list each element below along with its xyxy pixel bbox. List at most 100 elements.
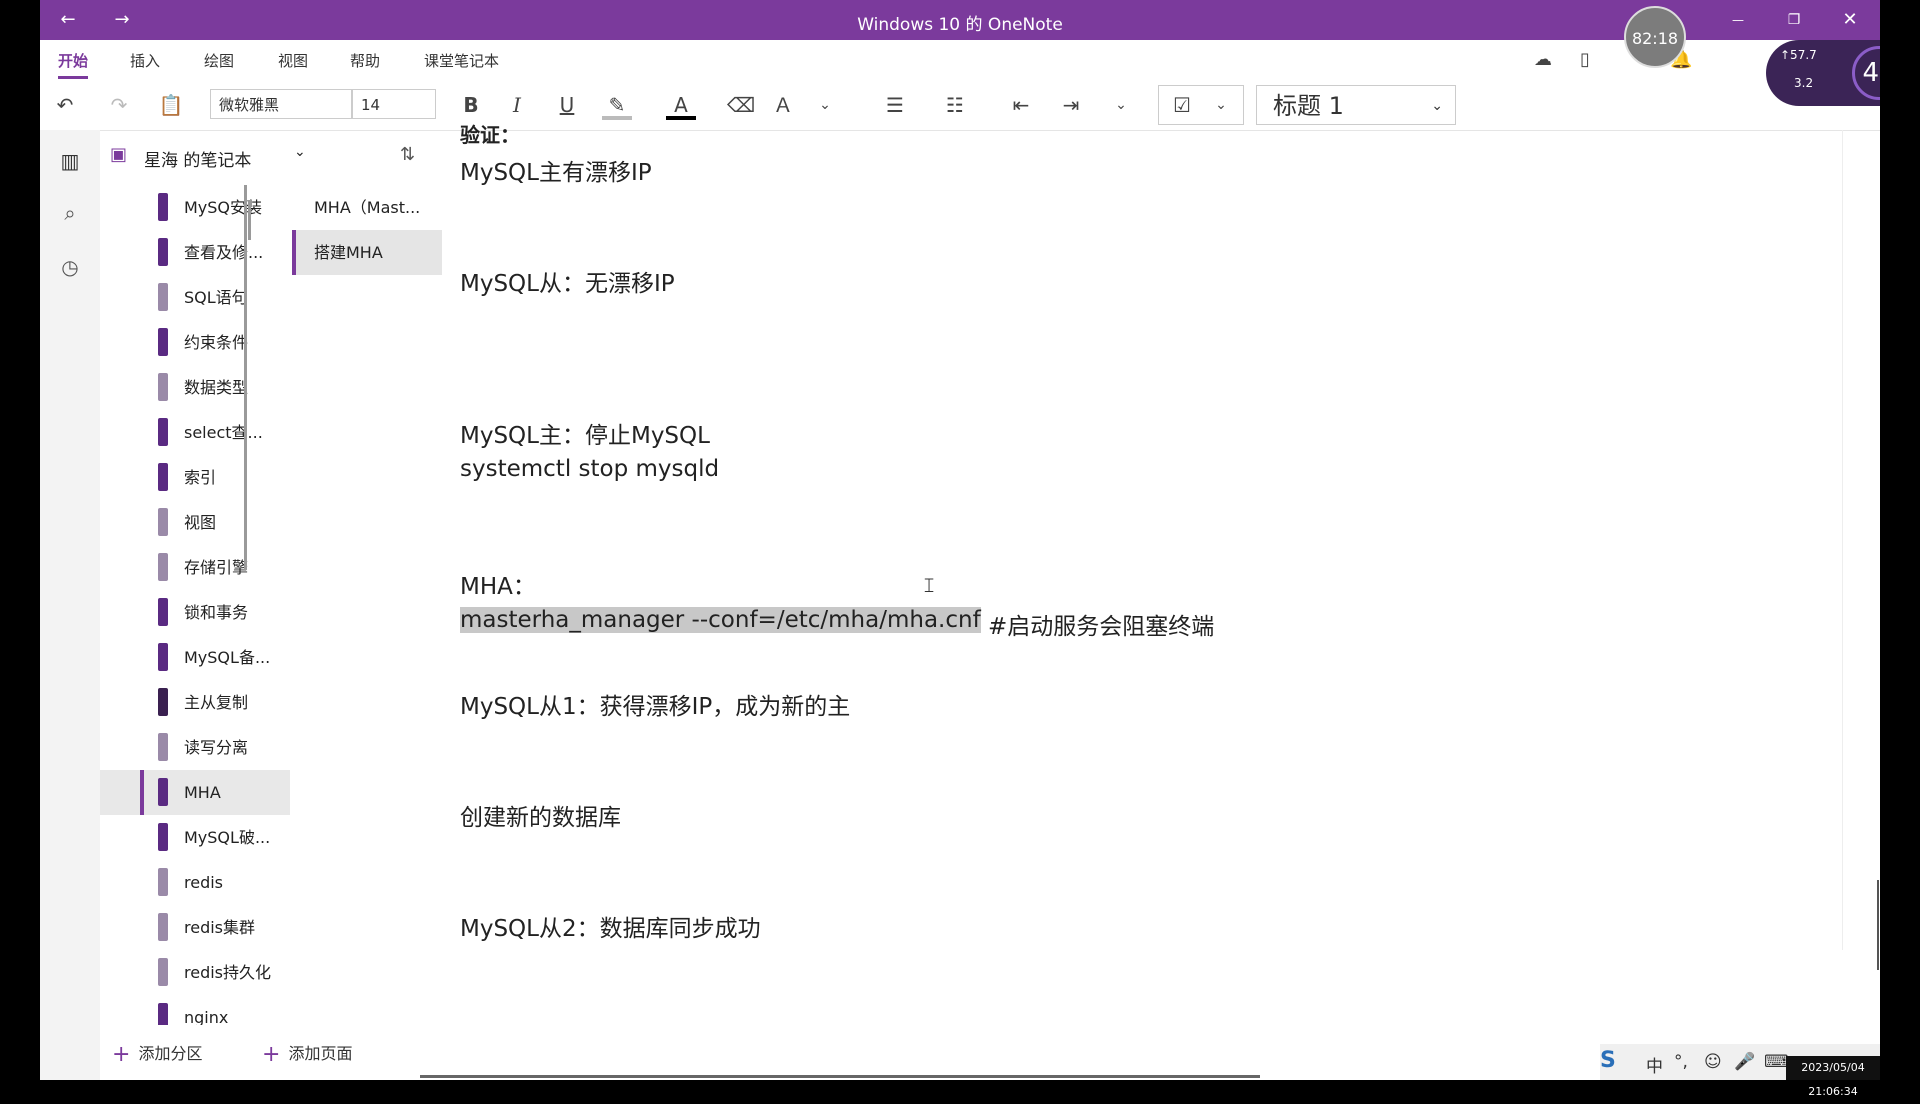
notebook-header[interactable]: ▣ 星海 的笔记本 ⌄ ⇅ [110,142,440,172]
section-item[interactable]: 锁和事务 [100,590,290,635]
underline-button[interactable]: U [552,90,582,120]
add-section-button[interactable]: + 添加分区 [112,1040,202,1067]
keyboard-icon[interactable]: ⌨ [1764,1052,1789,1072]
increase-indent-icon[interactable]: ⇥ [1056,90,1086,120]
tab-class-notebook[interactable]: 课堂笔记本 [424,50,499,71]
section-item[interactable]: MySQL备... [100,635,290,680]
emoji-icon[interactable]: ☺ [1704,1052,1722,1072]
section-item[interactable]: 视图 [100,500,290,545]
section-item[interactable]: nginx [100,995,290,1025]
section-item-selected[interactable]: MHA [100,770,290,815]
share-icon[interactable]: ▯ [1580,45,1590,75]
note-line-selected[interactable]: masterha_manager --conf=/etc/mha/mha.cnf [460,607,981,633]
section-color-tab [158,508,168,536]
minimize-button[interactable]: — [1720,6,1756,34]
section-color-tab [158,688,168,716]
italic-button[interactable]: I [502,90,532,120]
ime-punctuation[interactable]: °, [1674,1052,1688,1072]
recent-clock-icon[interactable]: ◷ [55,252,85,282]
bold-button[interactable]: B [456,90,486,120]
vertical-scrollbar[interactable] [1877,880,1879,970]
note-line[interactable]: MySQL从1：获得漂移IP，成为新的主 [460,687,850,721]
section-color-tab [158,1003,168,1025]
chevron-down-icon[interactable]: ⌄ [1106,90,1136,120]
page-label: 搭建MHA [314,243,383,262]
section-label: MySQL备... [184,648,271,667]
redo-icon[interactable]: ↷ [104,90,134,120]
page-item[interactable]: MHA（Mast... [292,185,442,230]
styles-icon[interactable]: Ａ [768,90,798,120]
chevron-down-icon: ⌄ [294,144,306,160]
microphone-icon[interactable]: 🎤 [1734,1052,1755,1072]
note-line[interactable]: MySQL从2：数据库同步成功 [460,909,761,943]
highlight-icon[interactable]: ✎ [602,90,632,120]
search-icon[interactable]: ⌕ [55,198,85,228]
restore-button[interactable]: ❐ [1776,6,1812,34]
note-line[interactable]: 创建新的数据库 [460,798,621,832]
section-label: select查... [184,423,263,442]
plus-icon: + [262,1042,281,1067]
section-item[interactable]: select查... [100,410,290,455]
note-line[interactable]: systemctl stop mysqld [460,456,719,482]
section-item[interactable]: SQL语句 [100,275,290,320]
section-item[interactable]: 主从复制 [100,680,290,725]
style-value: 标题 1 [1273,92,1344,120]
bullet-list-icon[interactable]: ☰ [880,90,910,120]
tab-help[interactable]: 帮助 [350,50,380,71]
section-item[interactable]: MySQL破... [100,815,290,860]
note-canvas[interactable]: 验证： MySQL主有漂移IP MySQL从：无漂移IP MySQL主：停止My… [460,123,1880,1080]
section-label: 主从复制 [184,693,249,712]
undo-icon[interactable]: ↶ [50,90,80,120]
section-label: SQL语句 [184,288,248,307]
tab-insert[interactable]: 插入 [130,50,160,71]
decrease-indent-icon[interactable]: ⇤ [1006,90,1036,120]
sogou-ime-icon[interactable]: S [1600,1048,1616,1073]
tab-draw[interactable]: 绘图 [204,50,234,71]
section-item[interactable]: 读写分离 [100,725,290,770]
tab-view[interactable]: 视图 [278,50,308,71]
ime-language[interactable]: 中 [1646,1052,1663,1077]
section-item[interactable]: redis [100,860,290,905]
todo-tag-button[interactable]: ☑ ⌄ [1158,85,1244,125]
section-color-tab [158,238,168,266]
note-line[interactable]: MySQL从：无漂移IP [460,264,675,298]
plus-icon: + [112,1042,131,1067]
section-item[interactable]: 数据类型 [100,365,290,410]
note-line[interactable]: 验证： [460,119,520,148]
close-button[interactable]: ✕ [1832,6,1868,34]
clipboard-icon[interactable]: 📋 [156,90,186,120]
section-item[interactable]: 约束条件 [100,320,290,365]
sort-icon[interactable]: ⇅ [400,144,415,165]
section-color-tab [158,958,168,986]
section-scrollbar[interactable] [244,185,247,570]
section-item[interactable]: redis持久化 [100,950,290,995]
font-name-box[interactable]: 微软雅黑 [210,89,352,119]
section-item[interactable]: 存储引擎 [100,545,290,590]
title-bar: ← → Windows 10 的 OneNote — ❐ ✕ [40,0,1880,40]
tab-home[interactable]: 开始 [58,50,89,79]
note-line[interactable]: MySQL主：停止MySQL [460,416,710,450]
notebooks-icon[interactable]: ▥ [55,146,85,176]
section-item[interactable]: 查看及修... [100,230,290,275]
text-cursor-icon: 𝙸 [922,573,937,597]
style-dropdown[interactable]: 标题 1 ⌄ [1256,85,1456,125]
page-item-selected[interactable]: 搭建MHA [292,230,442,275]
chevron-down-icon[interactable]: ⌄ [810,90,840,120]
note-line[interactable]: MHA： [460,567,536,601]
format-painter-icon[interactable]: ⌫ [726,90,756,120]
note-comment[interactable]: #启动服务会阻塞终端 [988,607,1214,641]
page-scrollbar[interactable] [248,200,251,240]
section-item[interactable]: 索引 [100,455,290,500]
section-item[interactable]: redis集群 [100,905,290,950]
ribbon-toolbar: ↶ ↷ 📋 微软雅黑 14 B I U ✎ A ⌫ Ａ ⌄ ☰ ☷ ⇤ ⇥ ⌄ … [40,80,1880,131]
section-color-tab [158,733,168,761]
note-line[interactable]: MySQL主有漂移IP [460,153,652,187]
add-page-button[interactable]: + 添加页面 [262,1040,352,1067]
font-size-box[interactable]: 14 [352,89,436,119]
chevron-down-icon: ⌄ [1431,98,1443,114]
font-color-icon[interactable]: A [666,90,696,120]
numbered-list-icon[interactable]: ☷ [940,90,970,120]
section-item[interactable]: MySQ安装 [100,185,290,230]
sync-icon[interactable]: ☁ [1534,45,1552,75]
horizontal-scrollbar[interactable] [420,1075,1260,1078]
